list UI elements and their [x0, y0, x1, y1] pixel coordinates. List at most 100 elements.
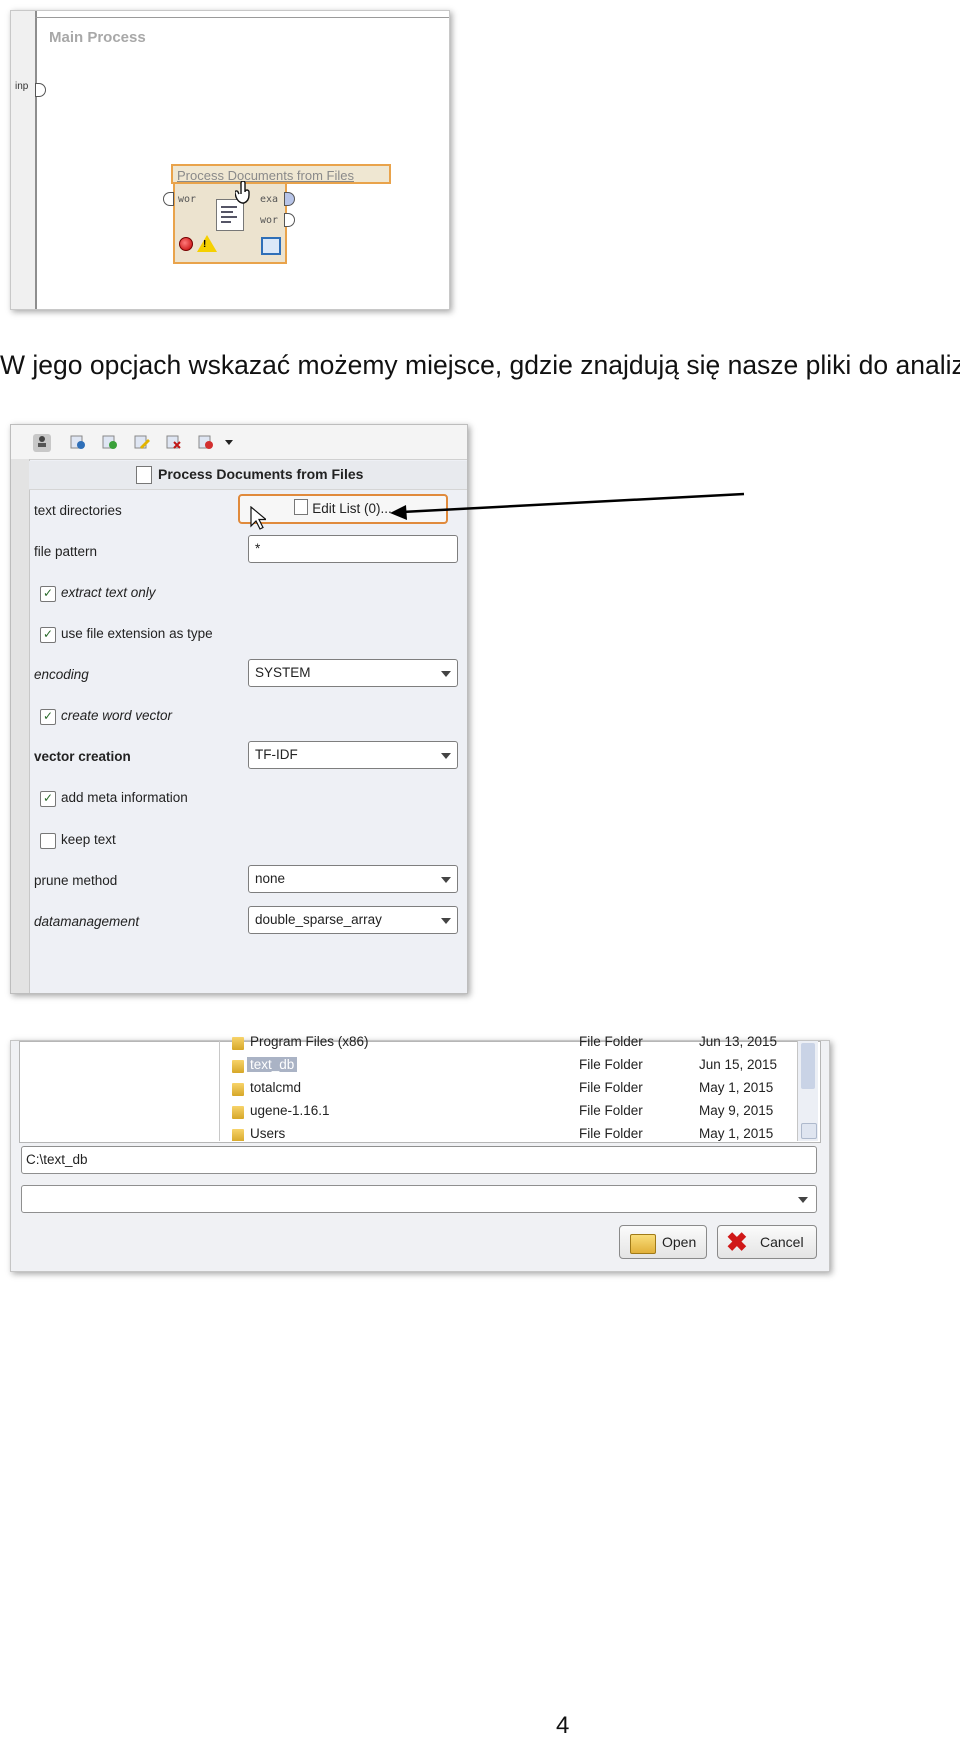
- list-divider: [219, 1041, 220, 1141]
- open-button-label: Open: [662, 1234, 697, 1250]
- folder-icon: [232, 1083, 244, 1096]
- subprocess-icon[interactable]: [261, 237, 281, 255]
- scrollbar-thumb[interactable]: [801, 1043, 815, 1089]
- operator-title[interactable]: Process Documents from Files: [171, 164, 391, 184]
- list-item[interactable]: Program Files (x86) File Folder Jun 13, …: [226, 1032, 796, 1054]
- file-type-filter-select[interactable]: [21, 1185, 817, 1213]
- close-icon: ✖: [726, 1227, 748, 1257]
- open-folder-icon: [630, 1234, 656, 1254]
- file-name: Users: [250, 1126, 286, 1141]
- edit-list-label: Edit List (0)...: [312, 501, 392, 516]
- list-item[interactable]: ugene-1.16.1 File Folder May 9, 2015: [226, 1101, 796, 1123]
- datamanagement-select[interactable]: double_sparse_array: [248, 906, 458, 934]
- file-type: File Folder: [579, 1034, 643, 1049]
- create-word-vector-checkbox[interactable]: ✓: [40, 709, 56, 725]
- param-label-prune-method: prune method: [34, 873, 118, 888]
- extract-text-only-checkbox[interactable]: ✓: [40, 586, 56, 602]
- param-label-file-pattern: file pattern: [34, 544, 98, 559]
- keep-text-checkbox[interactable]: [40, 833, 56, 849]
- expert-mode-icon[interactable]: [33, 434, 51, 452]
- panel-title: Process Documents from Files: [158, 466, 364, 482]
- canvas-divider: [35, 17, 449, 18]
- list-item[interactable]: text_db File Folder Jun 15, 2015: [226, 1055, 796, 1077]
- add-meta-information-label: add meta information: [61, 790, 188, 805]
- list-item[interactable]: Users File Folder May 1, 2015: [226, 1124, 796, 1141]
- file-name: text_db: [247, 1057, 298, 1072]
- extract-text-only-label: extract text only: [61, 585, 156, 600]
- file-date: Jun 15, 2015: [699, 1057, 778, 1072]
- datamanagement-value: double_sparse_array: [255, 912, 382, 927]
- vector-creation-select[interactable]: TF-IDF: [248, 741, 458, 769]
- parameters-toolbar: [11, 425, 467, 460]
- error-status-icon: [179, 237, 193, 251]
- delete-icon[interactable]: [197, 434, 215, 452]
- file-date: May 1, 2015: [699, 1126, 774, 1141]
- keep-text-label: keep text: [61, 832, 116, 847]
- file-name: totalcmd: [250, 1080, 302, 1095]
- process-input-port[interactable]: [35, 83, 46, 97]
- operator-input-port-label: wor: [178, 194, 197, 205]
- list-item[interactable]: totalcmd File Folder May 1, 2015: [226, 1078, 796, 1100]
- chevron-down-icon: [441, 671, 451, 677]
- folder-icon: [232, 1106, 244, 1119]
- operator-output-port-label-wor: wor: [260, 215, 279, 226]
- param-label-vector-creation: vector creation: [34, 749, 131, 764]
- create-word-vector-label: create word vector: [61, 708, 173, 723]
- operator-output-port-exa[interactable]: [284, 192, 295, 206]
- param-label-encoding: encoding: [34, 667, 89, 682]
- param-label-datamanagement: datamanagement: [34, 914, 140, 929]
- file-date: May 1, 2015: [699, 1080, 774, 1095]
- param-label-text-directories: text directories: [34, 503, 122, 518]
- canvas-left-bar: [11, 11, 37, 309]
- mouse-pointer-icon: [250, 505, 268, 535]
- file-type: File Folder: [579, 1057, 643, 1072]
- chevron-down-icon: [798, 1197, 808, 1203]
- list-scrollbar[interactable]: [797, 1041, 818, 1141]
- prune-method-value: none: [255, 871, 286, 886]
- folder-icon: [232, 1037, 244, 1050]
- caption-paragraph: W jego opcjach wskazać możemy miejsce, g…: [0, 350, 960, 380]
- info-icon[interactable]: [69, 434, 87, 452]
- file-name: ugene-1.16.1: [250, 1103, 330, 1118]
- dropdown-arrow-icon[interactable]: [223, 434, 235, 452]
- file-name: Program Files (x86): [250, 1034, 369, 1049]
- use-file-extension-label: use file extension as type: [61, 626, 213, 641]
- chevron-down-icon: [441, 877, 451, 883]
- folder-icon: [232, 1060, 244, 1073]
- vector-creation-value: TF-IDF: [255, 747, 298, 762]
- file-path-input[interactable]: C:\text_db: [21, 1146, 817, 1174]
- edit-icon[interactable]: [133, 434, 151, 452]
- operator-input-port[interactable]: [163, 192, 174, 206]
- file-chooser-screenshot: Program Files (x86) File Folder Jun 13, …: [10, 1034, 830, 1272]
- open-button[interactable]: Open: [619, 1225, 707, 1259]
- use-file-extension-checkbox[interactable]: ✓: [40, 627, 56, 643]
- encoding-select[interactable]: SYSTEM: [248, 659, 458, 687]
- file-type: File Folder: [579, 1080, 643, 1095]
- prune-method-select[interactable]: none: [248, 865, 458, 893]
- input-port-label: inp: [15, 81, 29, 92]
- warning-mark: !: [203, 239, 207, 250]
- check-icon[interactable]: [101, 434, 119, 452]
- file-date: May 9, 2015: [699, 1103, 774, 1118]
- encoding-value: SYSTEM: [255, 665, 311, 680]
- process-canvas-screenshot: Main Process inp Process Documents from …: [10, 10, 450, 310]
- remove-icon[interactable]: [165, 434, 183, 452]
- file-type: File Folder: [579, 1103, 643, 1118]
- operator-doc-icon: [136, 466, 152, 484]
- add-meta-information-checkbox[interactable]: ✓: [40, 791, 56, 807]
- file-pattern-input[interactable]: *: [248, 535, 458, 563]
- panel-left-strip: [11, 459, 30, 993]
- file-date: Jun 13, 2015: [699, 1034, 778, 1049]
- edit-list-icon: [294, 499, 309, 515]
- scroll-down-button[interactable]: [801, 1123, 817, 1139]
- chevron-down-icon: [441, 753, 451, 759]
- cancel-button-label: Cancel: [760, 1234, 804, 1250]
- operator-output-port-wor[interactable]: [284, 213, 295, 227]
- annotation-arrow: [388, 490, 758, 535]
- cancel-button[interactable]: ✖ Cancel: [717, 1225, 817, 1259]
- folder-icon: [232, 1129, 244, 1141]
- canvas-title: Main Process: [49, 29, 146, 46]
- hand-cursor-icon: [234, 180, 253, 211]
- warning-icon: [197, 235, 217, 252]
- chevron-down-icon: [441, 918, 451, 924]
